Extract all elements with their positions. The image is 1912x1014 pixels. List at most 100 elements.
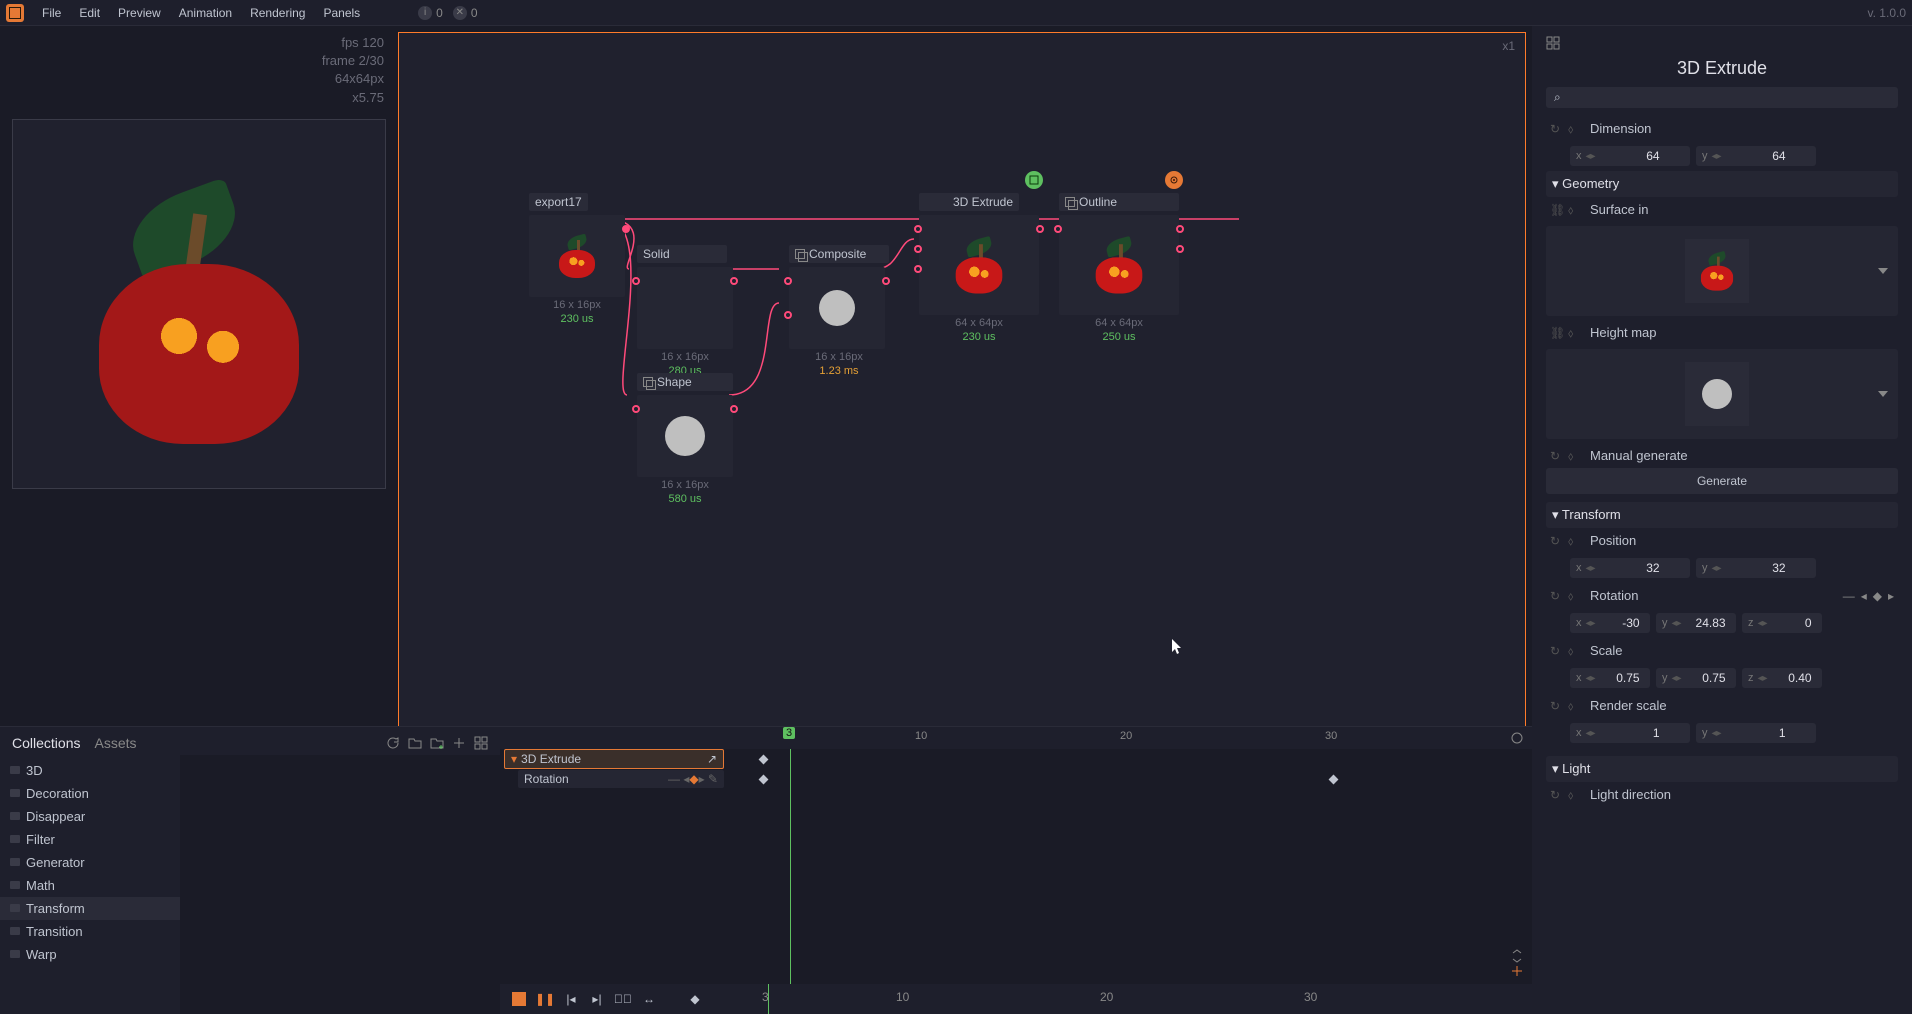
timeline-reorder-icon[interactable] <box>1510 949 1524 963</box>
node-badge-preview-icon <box>1165 171 1183 189</box>
tl-tick2: 10 <box>896 990 909 1004</box>
prev-frame-button[interactable]: |◂ <box>562 990 580 1008</box>
coll-item-transform[interactable]: Transform <box>0 897 180 920</box>
transform-section-header[interactable]: ▾ Transform <box>1546 502 1898 528</box>
inspector-panel: 3D Extrude ⌕ ↻⬨ Dimension x◂▸ y◂▸ ▾ Geom… <box>1532 26 1912 1014</box>
inspector-title: 3D Extrude <box>1546 58 1898 79</box>
preview-canvas[interactable] <box>12 119 386 489</box>
folder-add-icon[interactable] <box>430 736 444 750</box>
reset-icon[interactable]: ↻ <box>1550 449 1564 463</box>
node-time: 230 us <box>919 331 1039 343</box>
menu-file[interactable]: File <box>42 6 61 20</box>
timeline-cursor-mini[interactable] <box>768 984 769 1014</box>
collections-grid[interactable] <box>180 755 500 1014</box>
node-shape[interactable]: Shape 16 x 16px 580 us <box>637 373 733 505</box>
node-thumbnail <box>919 215 1039 315</box>
preview-image <box>69 154 329 454</box>
key-icon[interactable]: ◆ <box>1873 589 1882 603</box>
error-badge[interactable]: ✕ 0 <box>453 6 478 20</box>
menu-rendering[interactable]: Rendering <box>250 6 305 20</box>
coll-item-filter[interactable]: Filter <box>0 828 180 851</box>
keyframe[interactable] <box>759 775 769 785</box>
node-title: export17 <box>529 193 588 211</box>
menu-preview[interactable]: Preview <box>118 6 161 20</box>
reset-icon[interactable]: ↻ <box>1550 122 1564 136</box>
refresh-icon[interactable] <box>386 736 400 750</box>
position-x-field[interactable]: x◂▸ <box>1570 558 1690 578</box>
popout-icon[interactable]: ↗ <box>707 752 717 766</box>
node-composite[interactable]: Composite 16 x 16px 1.23 ms <box>789 245 889 377</box>
keyframe[interactable] <box>759 755 769 765</box>
node-title: Composite <box>789 245 889 263</box>
dimension-y-field[interactable]: y◂▸ <box>1696 146 1816 166</box>
light-section-header[interactable]: ▾ Light <box>1546 756 1898 782</box>
rotation-y-field[interactable]: y◂▸ <box>1656 613 1736 633</box>
node-dim: 16 x 16px <box>789 351 889 363</box>
collections-list[interactable]: 3D Decoration Disappear Filter Generator… <box>0 755 180 1014</box>
position-y-field[interactable]: y◂▸ <box>1696 558 1816 578</box>
keyframe-marker[interactable]: ◆ <box>686 990 704 1008</box>
add-icon[interactable] <box>452 736 466 750</box>
geometry-section-header[interactable]: ▾ Geometry <box>1546 171 1898 197</box>
chain-icon[interactable]: ⛓ <box>1550 203 1564 217</box>
prev-key-icon[interactable]: ◂ <box>1861 589 1867 603</box>
menu-panels[interactable]: Panels <box>323 6 360 20</box>
node-3d-extrude[interactable]: 3D Extrude 64 x 64px 230 us <box>919 193 1039 343</box>
play-button[interactable] <box>510 990 528 1008</box>
rotation-x-field[interactable]: x◂▸ <box>1570 613 1650 633</box>
coll-item-transition[interactable]: Transition <box>0 920 180 943</box>
render-scale-x-field[interactable]: x◂▸ <box>1570 723 1690 743</box>
pause-button[interactable]: ❚❚ <box>536 990 554 1008</box>
node-solid[interactable]: Solid 16 x 16px 280 us <box>637 245 733 377</box>
grid-view-icon[interactable] <box>474 736 488 750</box>
coll-item-math[interactable]: Math <box>0 874 180 897</box>
timeline-settings-icon[interactable] <box>1510 731 1524 745</box>
info-badge[interactable]: i 0 <box>418 6 443 20</box>
generate-button[interactable]: Generate <box>1546 468 1898 494</box>
keyframe[interactable] <box>1329 775 1339 785</box>
record-button[interactable]: �⃞ <box>614 990 632 1008</box>
node-outline[interactable]: Outline 64 x 64px 250 us <box>1059 193 1179 343</box>
node-title: Shape <box>637 373 733 391</box>
menu-animation[interactable]: Animation <box>179 6 232 20</box>
surface-in-dropzone[interactable] <box>1546 226 1898 316</box>
loop-button[interactable]: ↔ <box>640 990 658 1008</box>
coll-item-3d[interactable]: 3D <box>0 759 180 782</box>
timeline-tracks[interactable]: ▾ 3D Extrude ↗ Rotation — ◂◆▸ ✎ <box>500 749 1532 984</box>
coll-item-disappear[interactable]: Disappear <box>0 805 180 828</box>
height-map-dropzone[interactable] <box>1546 349 1898 439</box>
tab-assets[interactable]: Assets <box>94 735 136 751</box>
chevron-down-icon[interactable] <box>1878 391 1888 397</box>
tab-collections[interactable]: Collections <box>12 735 80 751</box>
menu-edit[interactable]: Edit <box>79 6 100 20</box>
height-map-label: Height map <box>1590 325 1656 340</box>
chevron-down-icon[interactable] <box>1878 268 1888 274</box>
link-icon[interactable]: ⬨ <box>1568 449 1582 463</box>
folder-icon[interactable] <box>408 736 422 750</box>
coll-item-decoration[interactable]: Decoration <box>0 782 180 805</box>
render-scale-y-field[interactable]: y◂▸ <box>1696 723 1816 743</box>
dimension-x-field[interactable]: x◂▸ <box>1570 146 1690 166</box>
rotation-z-field[interactable]: z◂▸ <box>1742 613 1822 633</box>
timeline-add-icon[interactable] <box>1510 964 1524 978</box>
coll-item-warp[interactable]: Warp <box>0 943 180 966</box>
link-icon[interactable]: ⬨ <box>1568 326 1582 340</box>
chain-icon[interactable]: ⛓ <box>1550 326 1564 340</box>
timeline-cursor-line[interactable] <box>790 749 791 984</box>
node-export17[interactable]: export17 16 x 16px 230 us <box>529 193 625 325</box>
scale-x-field[interactable]: x◂▸ <box>1570 668 1650 688</box>
grid-view-icon[interactable] <box>1546 36 1560 50</box>
link-icon[interactable]: ⬨ <box>1568 203 1582 217</box>
search-input[interactable] <box>1567 90 1890 105</box>
next-frame-button[interactable]: ▸| <box>588 990 606 1008</box>
remove-key-icon[interactable]: — <box>1843 589 1855 603</box>
scale-z-field[interactable]: z◂▸ <box>1742 668 1822 688</box>
inspector-search[interactable]: ⌕ <box>1546 87 1898 108</box>
scale-y-field[interactable]: y◂▸ <box>1656 668 1736 688</box>
timeline-ruler[interactable]: 3 10 20 30 <box>500 727 1532 749</box>
timeline-property-track[interactable]: Rotation — ◂◆▸ ✎ <box>518 770 724 788</box>
coll-item-generator[interactable]: Generator <box>0 851 180 874</box>
link-icon[interactable]: ⬨ <box>1568 122 1582 136</box>
timeline-node-track[interactable]: ▾ 3D Extrude ↗ <box>504 749 724 769</box>
next-key-icon[interactable]: ▸ <box>1888 589 1894 603</box>
